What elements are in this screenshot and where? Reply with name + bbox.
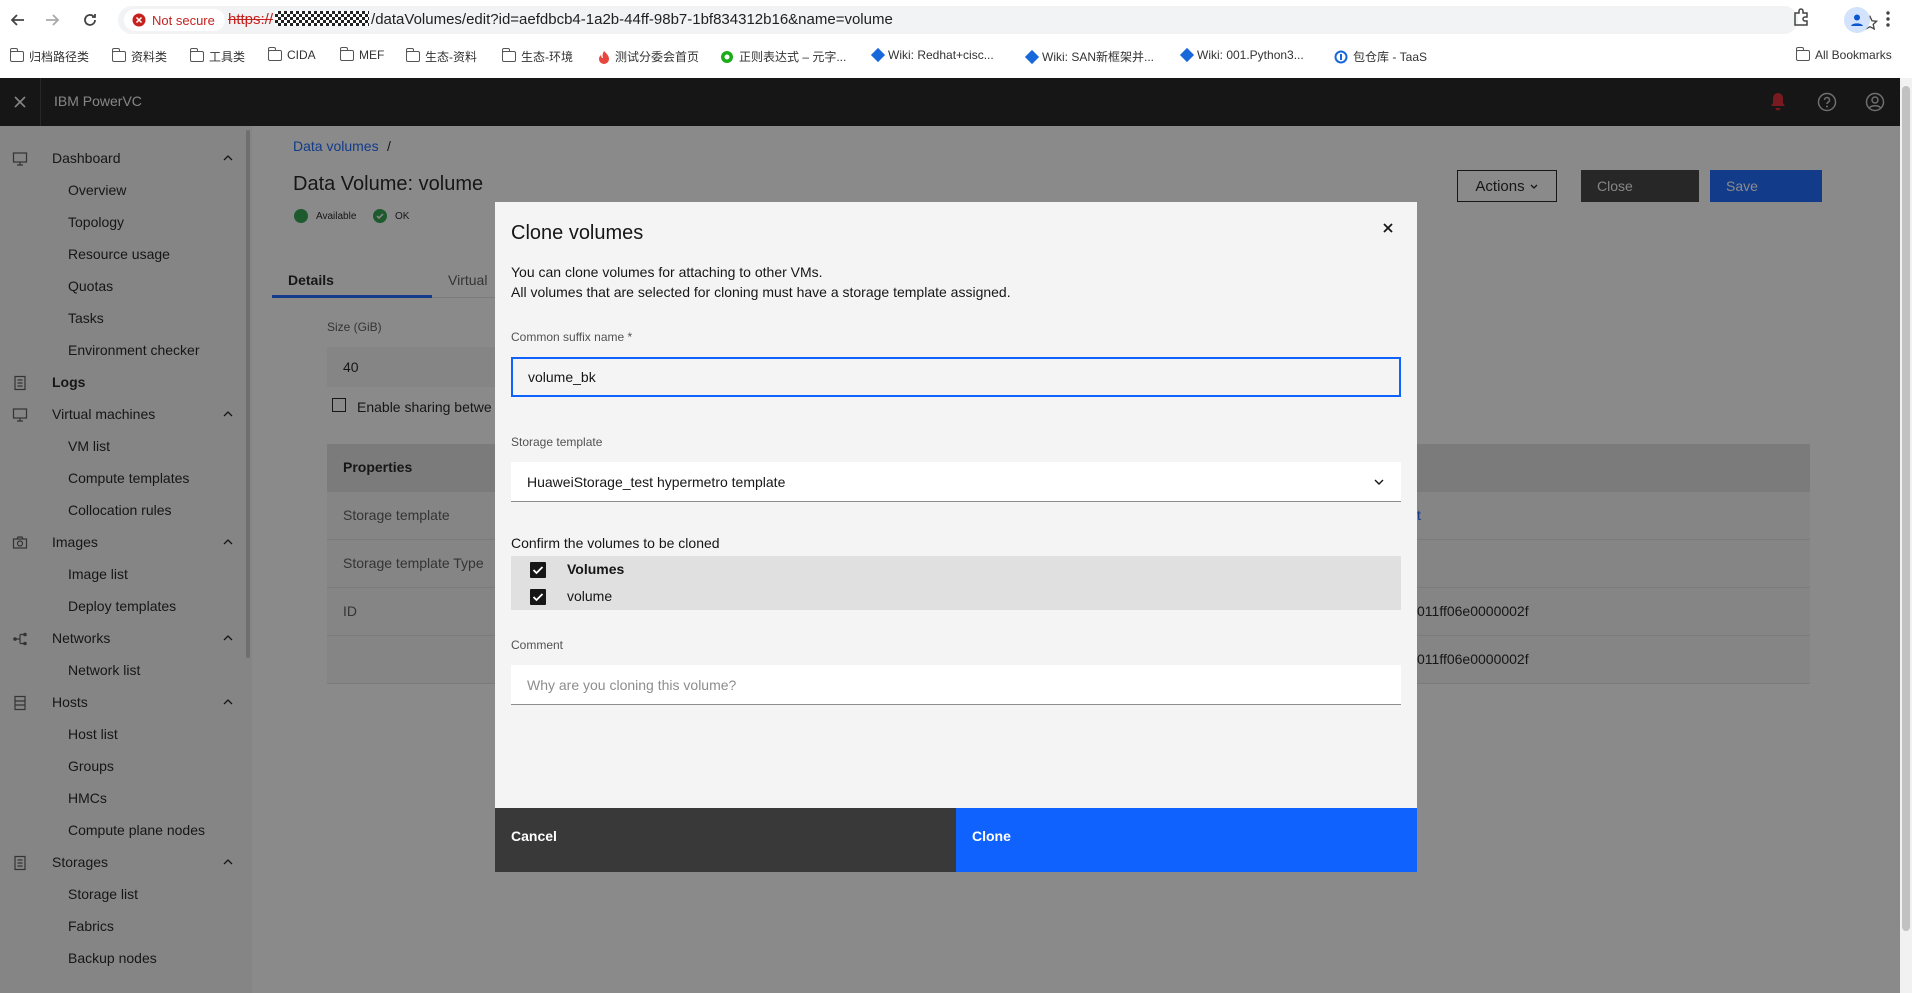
taas-icon (1334, 50, 1348, 63)
bookmark-item[interactable]: 生态-环境 (501, 48, 573, 65)
folder-icon (9, 48, 24, 62)
redacted-host (275, 11, 370, 26)
storage-template-label: Storage template (511, 435, 603, 449)
volume-checkbox[interactable] (530, 589, 546, 605)
confirm-volumes-label: Confirm the volumes to be cloned (511, 535, 720, 551)
suffix-name-input[interactable] (511, 357, 1401, 397)
profile-avatar-icon[interactable] (1844, 7, 1870, 33)
bookmark-item[interactable]: Wiki: SAN新框架并... (1024, 48, 1154, 65)
volumes-list: Volumes volume (511, 556, 1401, 610)
bookmark-item[interactable]: CIDA (267, 46, 316, 62)
select-all-checkbox[interactable] (530, 562, 546, 578)
back-icon[interactable] (6, 8, 30, 32)
wiki-icon (1179, 47, 1195, 63)
volumes-header-row: Volumes (511, 556, 1401, 583)
warning-icon (132, 13, 146, 27)
all-bookmarks-item[interactable]: All Bookmarks (1795, 46, 1892, 62)
folder-icon (267, 46, 282, 61)
bookmark-item[interactable]: 归档路径类 (9, 48, 89, 65)
storage-template-value: HuaweiStorage_test hypermetro template (527, 474, 786, 490)
browser-menu-icon[interactable] (1880, 8, 1896, 30)
modal-title: Clone volumes (511, 222, 644, 244)
wiki-icon (1024, 49, 1040, 64)
bookmark-item[interactable]: 工具类 (189, 48, 245, 65)
bookmarks-bar: 归档路径类 资料类 工具类 CIDA MEF 生态-资料 生态-环境 测试分委会… (0, 44, 1912, 70)
browser-nav-row: Not secure https:// /dataVolumes/edit?id=… (0, 0, 1912, 40)
checkmark-icon (532, 593, 544, 602)
volumes-header: Volumes (567, 561, 625, 577)
modal-description: All volumes that are selected for clonin… (511, 284, 1011, 300)
modal-description: You can clone volumes for attaching to o… (511, 264, 823, 280)
url-text[interactable]: https:// /dataVolumes/edit?id=aefdbcb4-1a… (228, 11, 893, 28)
folder-icon (1795, 46, 1810, 61)
close-icon[interactable] (1378, 218, 1398, 238)
folder-icon (405, 48, 420, 62)
url-scheme: https:// (228, 11, 274, 28)
list-item: volume (511, 583, 1401, 610)
comment-input[interactable] (511, 665, 1401, 705)
forward-icon[interactable] (40, 8, 64, 32)
bookmark-item[interactable]: MEF (339, 46, 384, 62)
scrollbar-thumb[interactable] (1902, 86, 1910, 931)
volume-name: volume (567, 588, 613, 604)
clone-volumes-modal: Clone volumes You can clone volumes for … (495, 202, 1417, 872)
suffix-label: Common suffix name * (511, 330, 633, 344)
reload-icon[interactable] (78, 8, 102, 32)
browser-chrome: Not secure https:// /dataVolumes/edit?id=… (0, 0, 1912, 78)
bookmark-item[interactable]: 正则表达式 – 元字... (720, 48, 846, 65)
chevron-down-icon (1373, 476, 1385, 488)
storage-template-select[interactable]: HuaweiStorage_test hypermetro template (511, 462, 1401, 502)
clone-button[interactable]: Clone (956, 808, 1417, 872)
extensions-icon[interactable] (1792, 8, 1810, 26)
bookmark-item[interactable]: Wiki: 001.Python3... (1179, 47, 1304, 63)
address-bar[interactable]: Not secure https:// /dataVolumes/edit?id=… (118, 6, 1878, 34)
page-scrollbar[interactable] (1900, 78, 1912, 993)
bookmark-item[interactable]: 包仓库 - TaaS (1334, 48, 1427, 65)
bookmark-item[interactable]: Wiki: Redhat+cisc... (870, 47, 994, 63)
bookmark-item[interactable]: 资料类 (111, 48, 167, 65)
folder-icon (501, 48, 516, 62)
wiki-icon (870, 47, 886, 63)
folder-icon (189, 48, 204, 62)
bookmark-item[interactable]: 测试分委会首页 (598, 48, 699, 65)
security-indicator[interactable]: Not secure (124, 9, 225, 31)
folder-icon (111, 48, 126, 62)
cancel-button[interactable]: Cancel (495, 808, 956, 872)
bookmark-item[interactable]: 生态-资料 (405, 48, 477, 65)
url-path: /dataVolumes/edit?id=aefdbcb4-1a2b-44ff-… (371, 11, 893, 28)
security-label: Not secure (152, 12, 215, 28)
regex-site-icon (721, 50, 733, 63)
comment-label: Comment (511, 638, 564, 652)
checkmark-icon (532, 566, 544, 575)
flame-icon (599, 50, 609, 64)
folder-icon (339, 46, 354, 61)
